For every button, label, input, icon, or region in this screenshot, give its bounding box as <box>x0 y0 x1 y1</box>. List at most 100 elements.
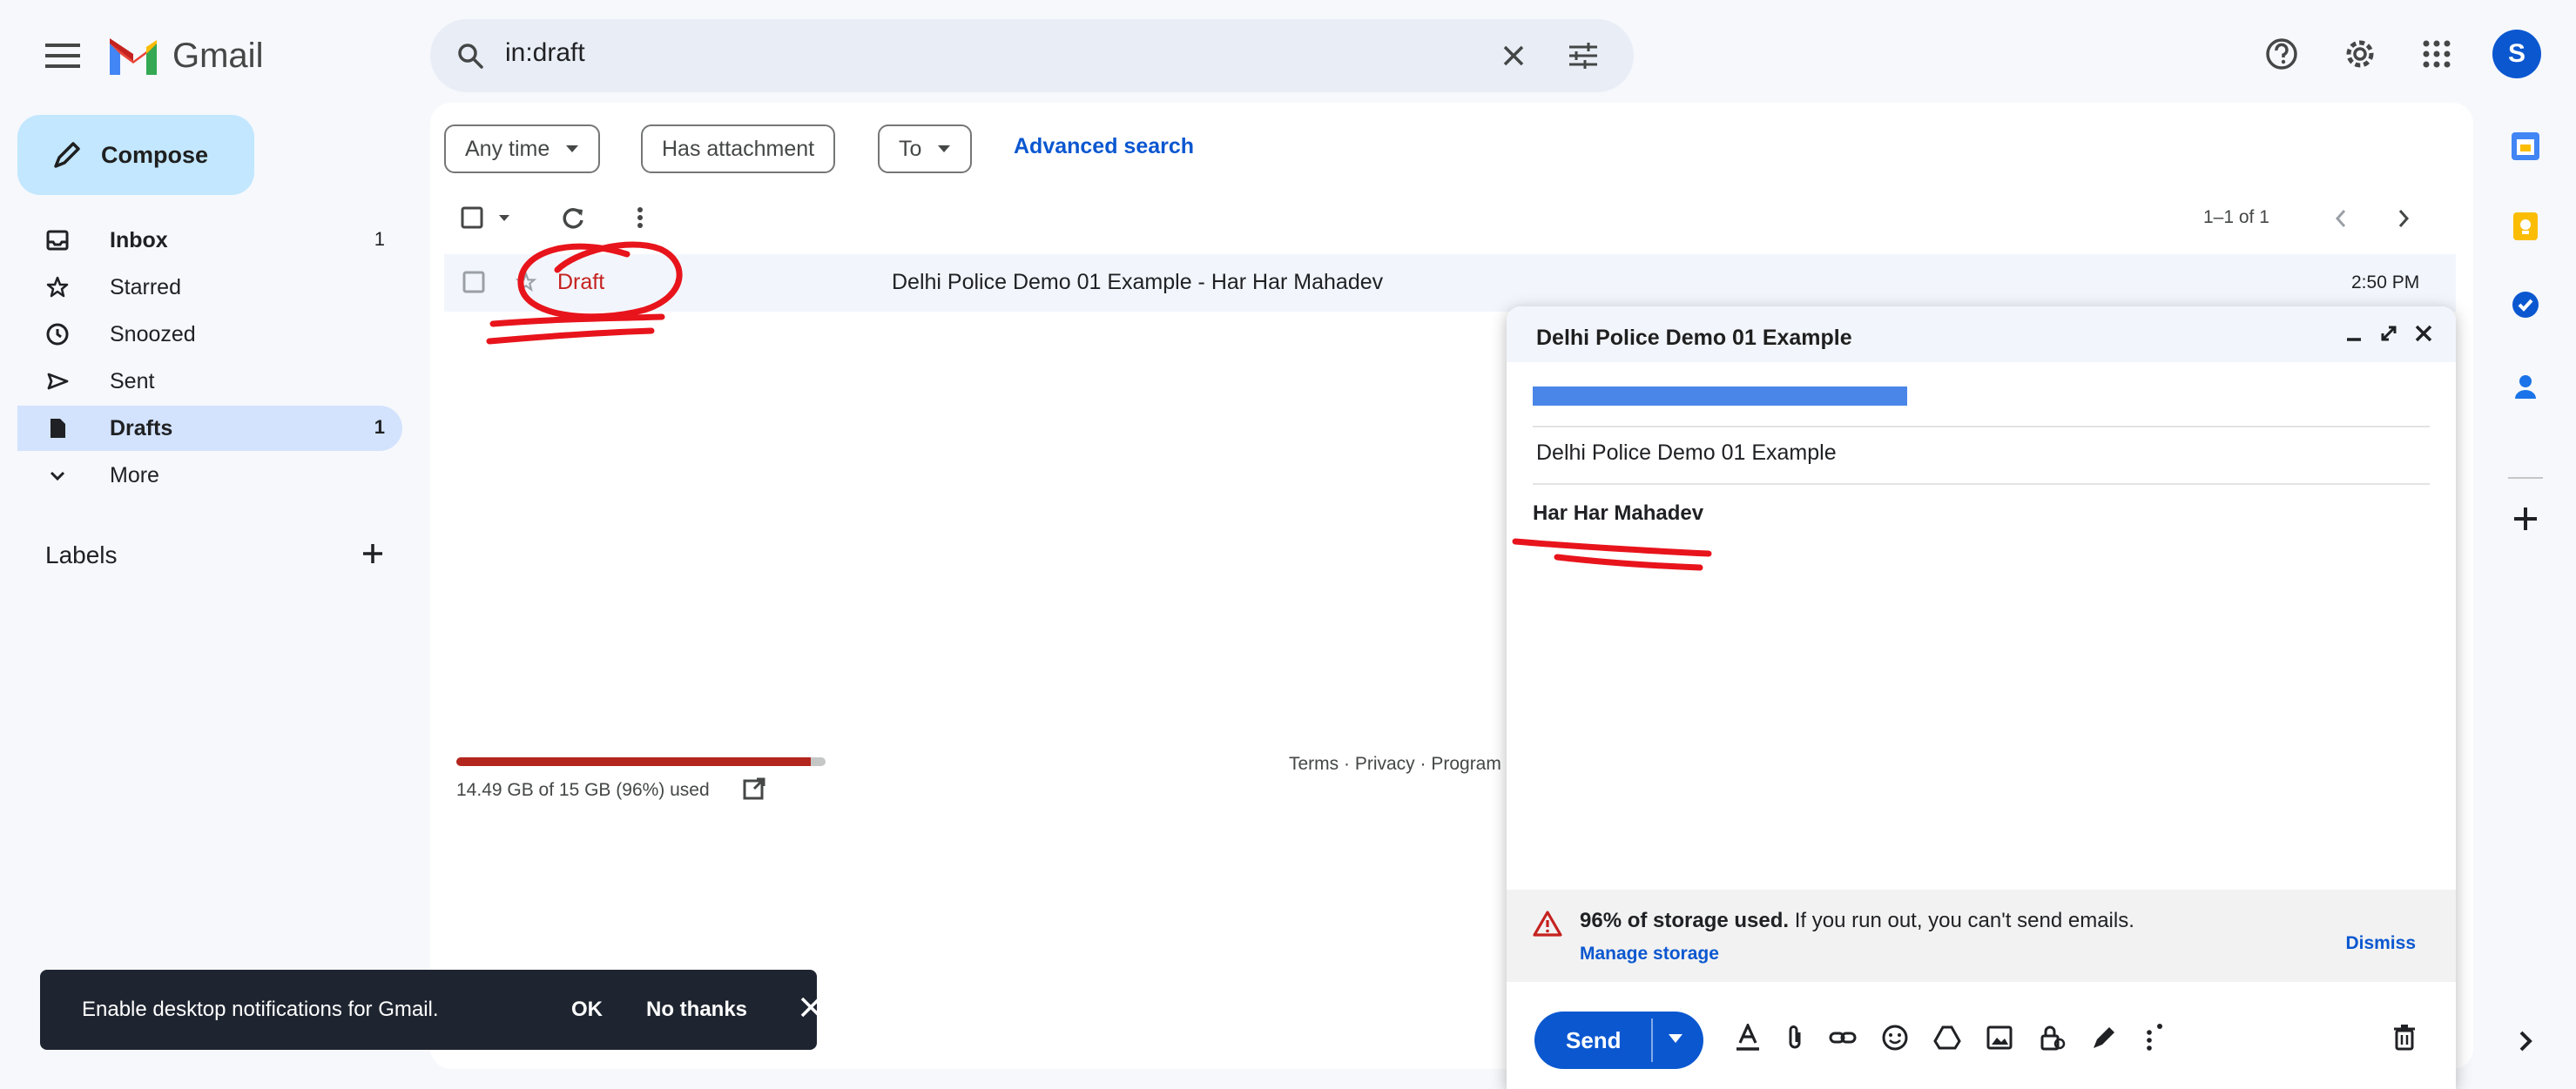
caret-down-icon <box>938 145 951 152</box>
star-icon[interactable] <box>516 272 536 292</box>
formatting-options-icon[interactable] <box>1735 1024 1761 1052</box>
row-subject: Delhi Police Demo 01 Example - Har Har M… <box>892 270 1384 294</box>
snackbar-ok-button[interactable]: OK <box>571 998 603 1022</box>
labels-heading: Labels <box>45 541 118 568</box>
storage-warning-text: 96% of storage used. If you run out, you… <box>1580 909 2134 933</box>
insert-link-icon[interactable] <box>1829 1024 1857 1052</box>
row-sender: Draft <box>557 270 605 294</box>
nav-item-more[interactable]: More <box>17 453 402 498</box>
nav-item-count: 1 <box>374 416 385 438</box>
filter-to[interactable]: To <box>878 124 973 173</box>
help-icon[interactable] <box>2264 37 2299 71</box>
pencil-icon <box>54 142 80 168</box>
nav-item-label: Starred <box>110 275 181 299</box>
advanced-search-link[interactable]: Advanced search <box>1014 134 1194 159</box>
search-input[interactable]: in:draft <box>505 38 585 68</box>
nav-item-snoozed[interactable]: Snoozed <box>17 312 402 357</box>
warning-icon <box>1533 911 1562 937</box>
star-icon <box>46 276 69 298</box>
footer-links[interactable]: Terms · Privacy · Program <box>1289 754 1501 775</box>
gmail-m-icon <box>110 38 157 75</box>
keep-icon[interactable] <box>2508 209 2543 244</box>
search-options-icon[interactable] <box>1568 42 1599 70</box>
hamburger-icon <box>45 44 80 68</box>
apps-grid-icon[interactable] <box>2421 38 2452 70</box>
storage-bar <box>456 757 826 766</box>
discard-draft-icon[interactable] <box>2393 1024 2416 1052</box>
dismiss-button[interactable]: Dismiss <box>2345 933 2416 954</box>
signature-pen-icon[interactable] <box>2090 1024 2118 1052</box>
divider <box>2508 477 2543 479</box>
contacts-icon[interactable] <box>2508 369 2543 404</box>
caret-down-icon <box>566 145 579 152</box>
google-drive-icon[interactable] <box>1933 1024 1961 1052</box>
search-bar[interactable]: in:draft <box>430 19 1634 92</box>
storage-warning-bold: 96% of storage used. <box>1580 909 1790 932</box>
nav-item-label: Drafts <box>110 416 173 440</box>
nav-item-label: Inbox <box>110 228 168 252</box>
manage-storage-link[interactable]: Manage storage <box>1580 944 1719 965</box>
emoji-icon[interactable] <box>1881 1024 1909 1052</box>
minimize-icon[interactable] <box>2344 324 2364 343</box>
refresh-icon[interactable] <box>561 205 585 230</box>
attach-file-icon[interactable] <box>1785 1024 1804 1052</box>
more-vert-icon[interactable] <box>634 205 646 230</box>
close-icon[interactable] <box>2414 324 2433 343</box>
compose-window: Delhi Police Demo 01 Example Delhi Polic… <box>1507 306 2456 1089</box>
nav-item-label: Sent <box>110 369 155 393</box>
compose-title: Delhi Police Demo 01 Example <box>1536 326 1852 350</box>
table-row[interactable] <box>444 254 2456 312</box>
snackbar-no-thanks-button[interactable]: No thanks <box>646 998 747 1022</box>
storage-warning-banner: 96% of storage used. If you run out, you… <box>1507 890 2456 982</box>
clear-search-icon[interactable] <box>1501 44 1526 68</box>
get-addons-icon[interactable] <box>2508 501 2543 536</box>
row-time: 2:50 PM <box>2351 272 2420 292</box>
nav-item-sent[interactable]: Sent <box>17 359 402 404</box>
send-button[interactable]: Send <box>1534 1012 1703 1069</box>
compose-header[interactable]: Delhi Police Demo 01 Example <box>1507 306 2456 362</box>
more-options-icon[interactable] <box>2142 1024 2165 1052</box>
filter-label: To <box>899 136 922 161</box>
close-icon[interactable] <box>799 996 822 1018</box>
nav-item-drafts[interactable]: Drafts 1 <box>17 406 402 451</box>
main-menu-button[interactable] <box>35 31 91 80</box>
gmail-logo[interactable]: Gmail <box>106 30 263 82</box>
chevron-down-icon <box>50 471 65 481</box>
compose-button[interactable]: Compose <box>17 115 254 195</box>
row-checkbox[interactable] <box>462 270 486 294</box>
tasks-icon[interactable] <box>2508 287 2543 322</box>
inbox-icon <box>46 230 69 251</box>
gmail-wordmark: Gmail <box>172 36 264 75</box>
storage-usage-text: 14.49 GB of 15 GB (96%) used <box>456 780 710 800</box>
search-icon[interactable] <box>456 42 484 70</box>
storage-bar-fill <box>456 757 812 766</box>
show-side-panel-icon[interactable] <box>2508 1024 2543 1059</box>
recipient-field-redacted[interactable] <box>1533 387 1907 406</box>
open-in-new-icon[interactable] <box>742 776 766 801</box>
account-avatar[interactable]: S <box>2492 30 2541 78</box>
next-page-icon[interactable] <box>2397 209 2411 228</box>
select-dropdown-icon[interactable] <box>498 214 510 223</box>
subject-field[interactable]: Delhi Police Demo 01 Example <box>1536 440 1837 466</box>
calendar-icon[interactable] <box>2508 129 2543 164</box>
divider <box>1533 483 2430 485</box>
draft-icon <box>51 419 65 438</box>
message-body[interactable]: Har Har Mahadev <box>1533 501 1703 526</box>
filter-has-attachment[interactable]: Has attachment <box>641 124 836 173</box>
storage-warning-rest: If you run out, you can't send emails. <box>1789 909 2134 932</box>
divider <box>1651 1018 1653 1062</box>
insert-photo-icon[interactable] <box>1986 1024 2013 1052</box>
nav-item-starred[interactable]: Starred <box>17 265 402 310</box>
send-label: Send <box>1566 1027 1622 1053</box>
nav-item-inbox[interactable]: Inbox 1 <box>17 218 402 263</box>
nav-item-label: More <box>110 463 159 487</box>
filter-any-time[interactable]: Any time <box>444 124 601 173</box>
prev-page-icon[interactable] <box>2334 209 2348 228</box>
nav-item-count: 1 <box>374 228 385 250</box>
add-label-icon[interactable] <box>361 541 385 566</box>
settings-gear-icon[interactable] <box>2343 37 2377 71</box>
full-screen-icon[interactable] <box>2379 324 2398 343</box>
schedule-send-caret-icon[interactable] <box>1667 1032 1684 1045</box>
confidential-mode-icon[interactable] <box>2038 1024 2066 1052</box>
select-all-checkbox[interactable] <box>460 205 484 230</box>
